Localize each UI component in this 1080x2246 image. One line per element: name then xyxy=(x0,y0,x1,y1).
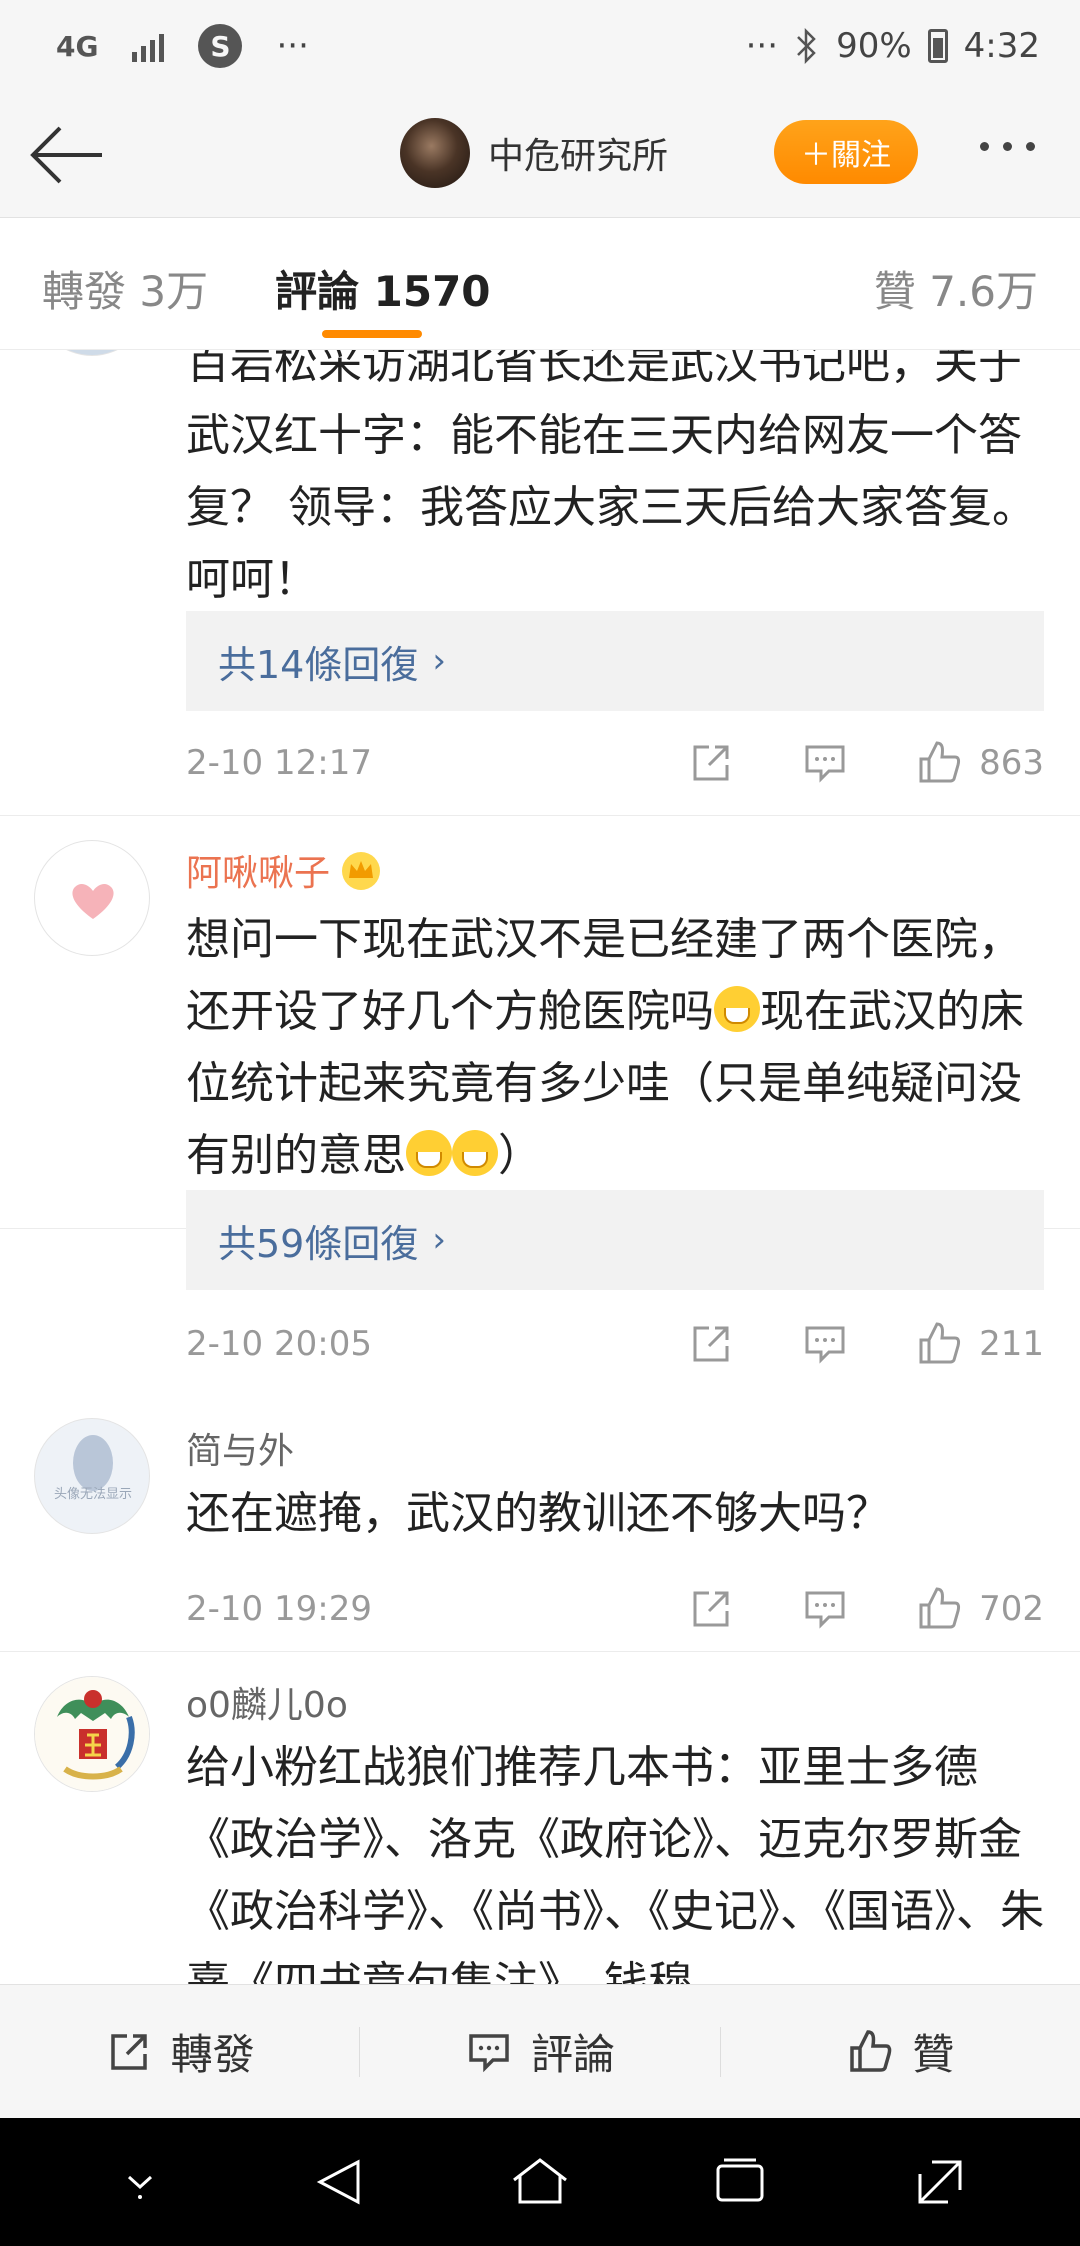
comment-avatar[interactable]: 头像无法显示 xyxy=(34,1418,150,1534)
more-options-button[interactable] xyxy=(980,142,1035,151)
comment-icon[interactable] xyxy=(801,1585,849,1633)
app-notification-icon: S xyxy=(198,24,243,68)
expand-icon xyxy=(918,2160,962,2204)
comment-meta: 2-10 19:29 702 xyxy=(186,1584,1044,1634)
home-icon xyxy=(513,2158,567,2204)
share-icon[interactable] xyxy=(687,739,735,787)
like-icon[interactable] xyxy=(915,739,963,787)
comment-author[interactable]: 阿啾啾子 xyxy=(186,844,382,896)
like-icon[interactable] xyxy=(915,1320,963,1368)
chevron-down-icon xyxy=(127,2175,153,2199)
clock: 4:32 xyxy=(963,26,1040,66)
back-arrow-icon xyxy=(30,126,102,184)
signal-icon xyxy=(132,30,165,62)
replies-label: 共14條回復 xyxy=(218,642,419,687)
replies-label: 共59條回復 xyxy=(218,1221,419,1266)
share-icon[interactable] xyxy=(687,1320,735,1368)
author-info[interactable]: 中危研究所 xyxy=(400,118,668,188)
author-avatar[interactable] xyxy=(400,118,470,188)
author-name[interactable]: 中危研究所 xyxy=(488,127,668,179)
post-header: 中危研究所 ＋關注 xyxy=(0,92,1080,218)
avatar-placeholder-text: 头像无法显示 xyxy=(53,1487,132,1502)
comment-text: 还在遮掩，武汉的教训还不够大吗？ xyxy=(186,1488,890,1539)
comment-avatar[interactable] xyxy=(34,350,150,356)
comment-author-name[interactable]: 简与外 xyxy=(186,1422,294,1474)
comment-list[interactable]: 百岩松采访湖北省长还是武汉书记吧，关于武汉红十字：能不能在三天内给网友一个答复？… xyxy=(0,350,1080,1984)
replies-link[interactable]: 共59條回復 › xyxy=(186,1190,1044,1290)
crying-emoji-icon xyxy=(406,1130,452,1176)
heart-avatar-icon xyxy=(72,884,114,919)
comment-item: 头像无法显示 简与外 还在遮掩，武汉的教训还不够大吗？ 2-10 19:29 7… xyxy=(0,1404,1080,1652)
back-triangle-icon xyxy=(316,2159,360,2205)
comment-item: 阿啾啾子 想问一下现在武汉不是已经建了两个医院，还开设了好几个方舱医院吗 现在武汉… xyxy=(0,816,1080,1364)
like-label: 贊 xyxy=(912,2030,955,2079)
more-notifications-icon: ··· xyxy=(276,26,309,66)
comment-author-name[interactable]: 阿啾啾子 xyxy=(186,853,330,894)
share-icon xyxy=(110,2033,147,2070)
chevron-right-icon: › xyxy=(432,641,446,681)
system-nav-bar xyxy=(0,2118,1080,2246)
post-action-bar: 轉發 評論 贊 xyxy=(0,1984,1080,2118)
like-icon xyxy=(850,2029,892,2072)
like-icon[interactable] xyxy=(915,1585,963,1633)
like-count: 863 xyxy=(979,743,1044,783)
comment-author-name[interactable]: o0麟儿0o xyxy=(186,1676,348,1728)
comment-icon[interactable] xyxy=(801,739,849,787)
crown-badge-icon xyxy=(342,852,381,890)
more-status-icon: ··· xyxy=(745,26,779,66)
network-indicator: 4G xyxy=(56,29,99,63)
follow-button[interactable]: ＋關注 xyxy=(774,120,918,184)
repost-label: 轉發 xyxy=(170,2030,255,2079)
share-icon[interactable] xyxy=(687,1585,735,1633)
active-tab-indicator xyxy=(322,330,422,338)
tab-likes[interactable]: 贊 7.6万 xyxy=(874,258,1038,319)
comment-avatar[interactable] xyxy=(34,1676,150,1792)
recents-nav-button[interactable] xyxy=(704,2146,776,2218)
comment-text: 百岩松采访湖北省长还是武汉书记吧，关于武汉红十字：能不能在三天内给网友一个答复？… xyxy=(186,350,1036,605)
comment-text-part: ） xyxy=(498,1130,542,1181)
comment-icon xyxy=(469,2033,509,2072)
comment-label: 評論 xyxy=(530,2030,615,2079)
tab-reposts[interactable]: 轉發 3万 xyxy=(42,258,208,319)
more-dot-icon xyxy=(980,142,989,151)
comment-avatar[interactable] xyxy=(34,840,150,956)
default-avatar-icon xyxy=(73,1435,113,1491)
comment-text: 给小粉红战狼们推荐几本书：亚里士多德《政治学》、洛克《政府论》、迈克尔罗斯金《政… xyxy=(186,1742,1044,1984)
crying-emoji-icon xyxy=(452,1130,498,1176)
battery-percent: 90% xyxy=(836,26,912,66)
battery-icon xyxy=(927,29,948,63)
back-nav-button[interactable] xyxy=(304,2146,376,2218)
chevron-right-icon: › xyxy=(432,1220,446,1260)
expand-nav-button[interactable] xyxy=(904,2146,976,2218)
replies-link[interactable]: 共14條回復 › xyxy=(186,611,1044,711)
comment-text: 想问一下现在武汉不是已经建了两个医院，还开设了好几个方舱医院吗 现在武汉的床位统计… xyxy=(186,904,1046,1192)
more-dot-icon xyxy=(1026,142,1035,151)
comment-meta: 2-10 12:17 863 xyxy=(186,738,1044,788)
hide-keyboard-button[interactable] xyxy=(104,2146,176,2218)
tab-comments[interactable]: 評論 1570 xyxy=(275,258,491,319)
comment-item: 百岩松采访湖北省长还是武汉书记吧，关于武汉红十字：能不能在三天内给网友一个答复？… xyxy=(0,350,1080,816)
crying-emoji-icon xyxy=(714,986,760,1032)
comment-time: 2-10 20:05 xyxy=(186,1324,372,1364)
back-button[interactable] xyxy=(26,120,106,190)
like-count: 211 xyxy=(979,1324,1044,1364)
comment-meta: 2-10 20:05 211 xyxy=(186,1319,1044,1369)
more-dot-icon xyxy=(1003,142,1012,151)
home-nav-button[interactable] xyxy=(504,2146,576,2218)
comment-button[interactable]: 評論 xyxy=(360,1985,719,2119)
comment-time: 2-10 12:17 xyxy=(186,743,372,783)
like-button[interactable]: 贊 xyxy=(721,1985,1080,2119)
bluetooth-icon xyxy=(797,28,816,64)
like-count: 702 xyxy=(979,1589,1044,1629)
tab-bar: 轉發 3万 評論 1570 贊 7.6万 xyxy=(0,218,1080,350)
comment-time: 2-10 19:29 xyxy=(186,1589,372,1629)
emblem-avatar-icon xyxy=(35,1677,149,1791)
comment-icon[interactable] xyxy=(801,1320,849,1368)
status-bar: 4G S ··· ··· 90% 4:32 xyxy=(0,0,1080,92)
recents-icon xyxy=(716,2158,764,2202)
repost-button[interactable]: 轉發 xyxy=(0,1985,359,2119)
comment-item: o0麟儿0o 给小粉红战狼们推荐几本书：亚里士多德《政治学》、洛克《政府论》、迈… xyxy=(0,1652,1080,1984)
